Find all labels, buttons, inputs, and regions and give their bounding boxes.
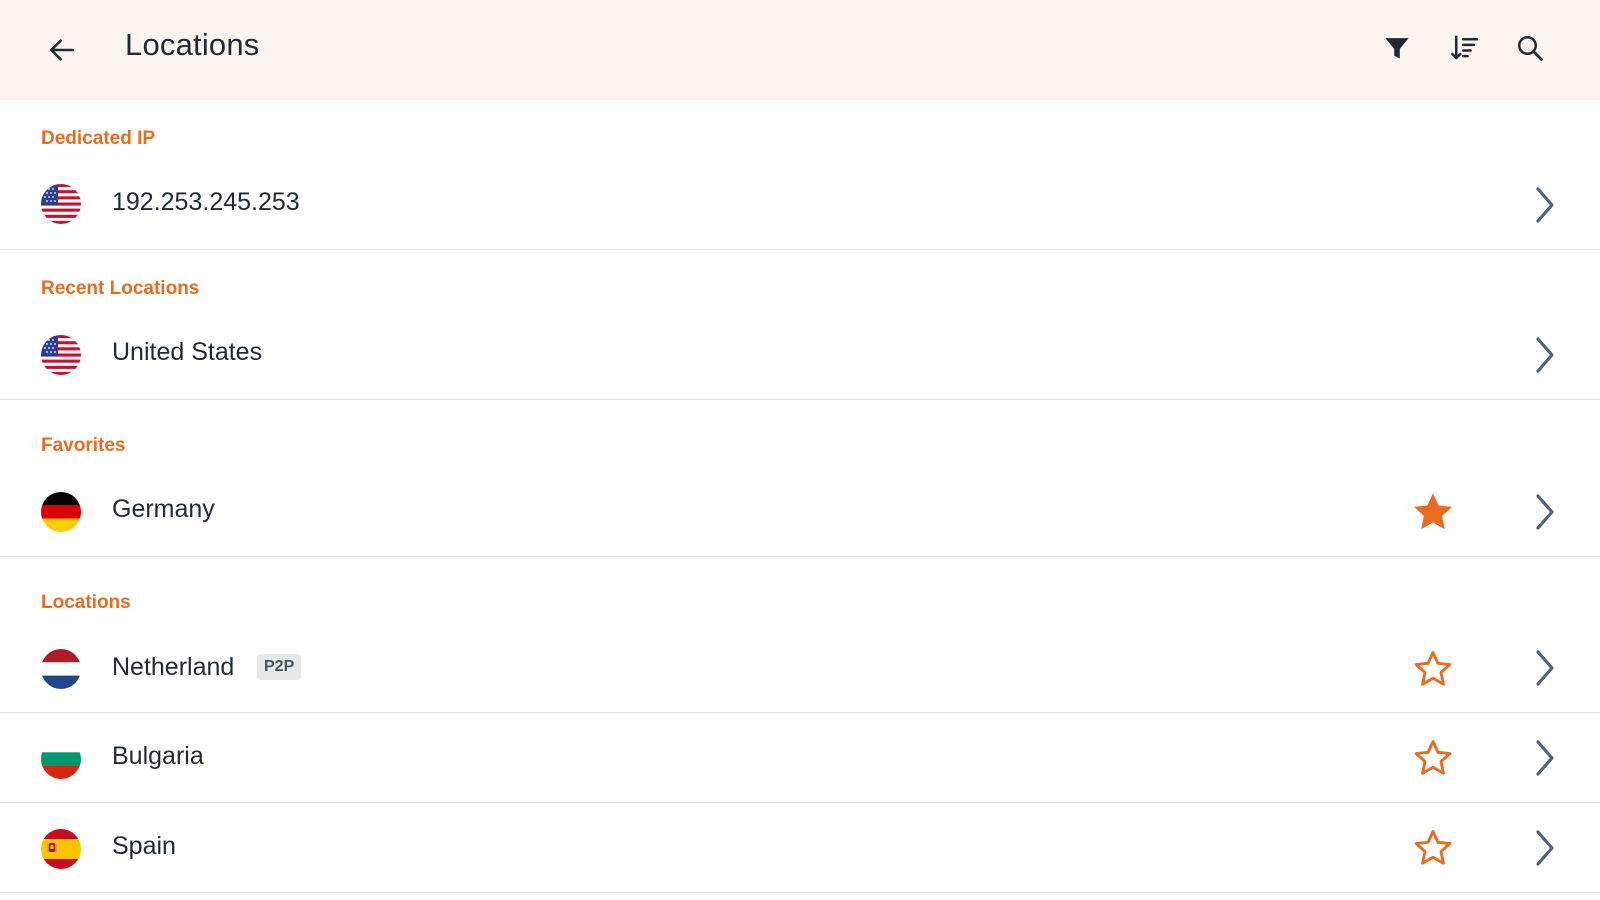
back-button[interactable] bbox=[40, 28, 84, 72]
chevron-right-icon bbox=[1530, 828, 1560, 868]
chevron-right-icon bbox=[1530, 185, 1560, 225]
filter-button[interactable] bbox=[1375, 26, 1419, 70]
search-button[interactable] bbox=[1508, 26, 1552, 70]
list-item-name: Germany bbox=[112, 495, 215, 523]
section-header-recent-locations: Recent Locations bbox=[41, 278, 200, 299]
chevron-right-icon bbox=[1530, 335, 1560, 375]
list-item-name: Netherland bbox=[112, 653, 235, 681]
favorite-star-filled-icon[interactable] bbox=[1410, 489, 1456, 535]
list-item-name: United States bbox=[112, 338, 263, 366]
list-item-dedicated-ip[interactable]: 192.253.245.253 bbox=[0, 160, 1600, 250]
list-item-bulgaria[interactable]: Bulgaria bbox=[0, 713, 1600, 803]
favorite-star-outline-icon[interactable] bbox=[1410, 646, 1456, 692]
list-item-netherland[interactable]: Netherland P2P bbox=[0, 623, 1600, 713]
p2p-badge: P2P bbox=[257, 654, 302, 680]
chevron-right-icon bbox=[1530, 648, 1560, 688]
list-item-name: 192.253.245.253 bbox=[112, 188, 300, 216]
list-item-spain[interactable]: Spain bbox=[0, 803, 1600, 893]
netherlands-flag-icon bbox=[41, 649, 81, 689]
spain-flag-icon bbox=[41, 829, 81, 869]
list-item-name: Spain bbox=[112, 832, 176, 860]
section-header-favorites: Favorites bbox=[41, 435, 126, 456]
list-item-united-states[interactable]: United States bbox=[0, 310, 1600, 400]
list-item-name: Bulgaria bbox=[112, 742, 204, 770]
bulgaria-flag-icon bbox=[41, 739, 81, 779]
sort-icon bbox=[1451, 35, 1479, 60]
sort-button[interactable] bbox=[1443, 26, 1487, 70]
chevron-right-icon bbox=[1530, 738, 1560, 778]
favorite-star-outline-icon[interactable] bbox=[1410, 735, 1456, 781]
section-header-locations: Locations bbox=[41, 592, 131, 613]
arrow-left-icon bbox=[50, 39, 74, 61]
favorite-star-outline-icon[interactable] bbox=[1410, 825, 1456, 871]
section-header-dedicated-ip: Dedicated IP bbox=[41, 128, 156, 149]
filter-icon bbox=[1385, 38, 1409, 59]
united-states-flag-icon bbox=[41, 184, 81, 224]
list-item-germany[interactable]: Germany bbox=[0, 467, 1600, 557]
app-bar: Locations bbox=[0, 0, 1600, 100]
chevron-right-icon bbox=[1530, 492, 1560, 532]
page-title: Locations bbox=[125, 27, 260, 62]
united-states-flag-icon bbox=[41, 335, 81, 375]
germany-flag-icon bbox=[41, 492, 81, 532]
search-icon bbox=[1518, 36, 1543, 61]
